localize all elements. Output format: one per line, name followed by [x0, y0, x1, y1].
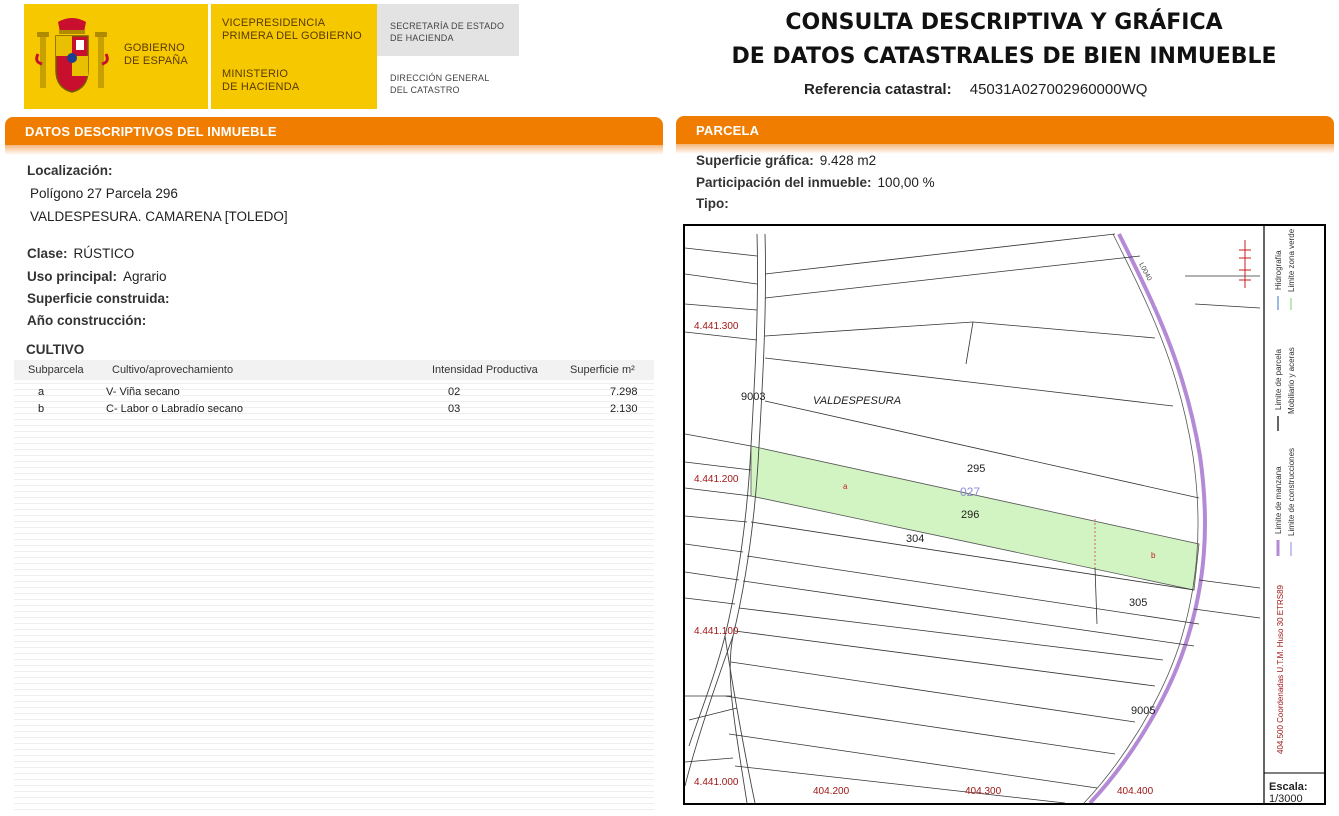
logo-vice-line2: PRIMERA DEL GOBIERNO: [222, 30, 362, 42]
track-line-b: [729, 233, 766, 803]
parcel-number: 304: [906, 533, 924, 545]
poligono-number: 027: [960, 485, 980, 499]
paraje-label: VALDESPESURA: [813, 395, 901, 407]
subparcel-label: a: [843, 482, 848, 491]
legend-item: Hidrografía: [1274, 250, 1283, 290]
coord-y-label: 4.441.100: [694, 626, 739, 637]
logo-gobierno-line1: GOBIERNO: [124, 42, 185, 54]
clase-value: RÚSTICO: [73, 246, 135, 261]
coat-of-arms-icon: [35, 18, 109, 93]
map-legend: Limite de manzana Limite de parcela Hidr…: [1274, 228, 1296, 754]
row-superficie: 7.298: [610, 386, 638, 398]
row-intensidad: 03: [448, 403, 461, 415]
cadastral-map[interactable]: 4.441.300 4.441.200 4.441.100 4.441.000 …: [683, 224, 1326, 805]
secretaria-line1: SECRETARÍA DE ESTADO: [390, 21, 505, 31]
section-bar-shadow: [5, 145, 663, 155]
legend-item: Limite de construcciones: [1287, 448, 1296, 536]
secretaria-line2: DE HACIENDA: [390, 33, 454, 43]
legend-item: Limite zona verde: [1287, 228, 1296, 292]
datos-descriptivos-title: DATOS DESCRIPTIVOS DEL INMUEBLE: [25, 124, 277, 139]
localizacion-line1: Polígono 27 Parcela 296: [30, 186, 178, 201]
cultivo-title: CULTIVO: [26, 342, 85, 357]
page-title-line1: CONSULTA DESCRIPTIVA Y GRÁFICA: [785, 10, 1223, 35]
participacion-value: 100,00 %: [877, 175, 935, 190]
coord-x-label: 404.200: [813, 786, 850, 797]
clase-label: Clase:: [27, 246, 68, 261]
tipo-label: Tipo:: [696, 196, 729, 211]
logo-gobierno-line2: DE ESPAÑA: [124, 55, 188, 67]
escala-value: 1/3000: [1269, 793, 1303, 803]
cadastral-map-drawing: 4.441.300 4.441.200 4.441.100 4.441.000 …: [685, 226, 1324, 803]
escala-label: Escala:: [1269, 781, 1308, 793]
uso-value: Agrario: [123, 269, 167, 284]
row-subparcela: a: [38, 386, 45, 398]
superficie-grafica-label: Superficie gráfica:: [696, 153, 814, 168]
col-header-subparcela: Subparcela: [28, 364, 84, 376]
row-subparcela: b: [38, 403, 45, 415]
logo-divider: [208, 4, 211, 109]
parcela-header: PARCELA: [676, 116, 1334, 154]
cultivo-table: Subparcela Cultivo/aprovechamiento Inten…: [14, 360, 654, 815]
secretaria-text: SECRETARÍA DE ESTADO DE HACIENDA: [390, 20, 504, 44]
parcel-number: 296: [961, 509, 979, 521]
datos-descriptivos-header: DATOS DESCRIPTIVOS DEL INMUEBLE: [5, 117, 663, 155]
row-cultivo: C- Labor o Labradío secano: [106, 403, 243, 415]
coord-y-label: 4.441.300: [694, 321, 739, 332]
col-header-intensidad: Intensidad Productiva: [432, 364, 538, 376]
superficie-grafica-value: 9.428 m2: [819, 153, 877, 168]
logo-vice-line1: VICEPRESIDENCIA: [222, 17, 326, 29]
logo-ministerio-line2: DE HACIENDA: [222, 81, 300, 93]
localizacion-label: Localización:: [27, 163, 113, 178]
col-header-superficie: Superficie m²: [570, 364, 635, 376]
col-header-cultivo: Cultivo/aprovechamiento: [112, 364, 234, 376]
logo-ministerio-line1: MINISTERIO: [222, 68, 289, 80]
legend-item: Limite de parcela: [1274, 349, 1283, 410]
north-arrow-icon: [1239, 240, 1251, 288]
direccion-line1: DIRECCIÓN GENERAL: [390, 73, 490, 83]
parcel-number: 9003: [741, 391, 765, 403]
superficie-grafica-row: Superficie gráfica: 9.428 m2: [696, 153, 876, 168]
coord-y-label: 4.441.000: [694, 777, 739, 788]
direccion-line2: DEL CATASTRO: [390, 85, 460, 95]
logo-gobierno-text: GOBIERNO DE ESPAÑA: [124, 42, 188, 68]
coord-x-label: 404.300: [965, 786, 1002, 797]
subparcel-label: b: [1151, 551, 1156, 560]
coords-note: 404.500 Coordenadas U.T.M. Huso 30 ETRS8…: [1276, 584, 1285, 754]
referencia-catastral: Referencia catastral: 45031A027002960000…: [804, 81, 1147, 98]
legend-item: Mobiliario y aceras: [1287, 347, 1296, 414]
cultivo-table-header: Subparcela Cultivo/aprovechamiento Inten…: [14, 360, 654, 380]
direccion-text: DIRECCIÓN GENERAL DEL CATASTRO: [390, 72, 489, 96]
page-title: CONSULTA DESCRIPTIVA Y GRÁFICA DE DATOS …: [670, 6, 1338, 74]
road-edge: [1083, 233, 1199, 803]
uso-label: Uso principal:: [27, 269, 118, 284]
anio-construccion-label: Año construcción:: [27, 313, 147, 328]
page-title-line2: DE DATOS CATASTRALES DE BIEN INMUEBLE: [731, 44, 1277, 69]
participacion-row: Participación del inmueble: 100,00 %: [696, 175, 935, 190]
participacion-label: Participación del inmueble:: [696, 175, 872, 190]
legend-item: Limite de manzana: [1274, 466, 1283, 534]
row-cultivo: V- Viña secano: [106, 386, 180, 398]
parcel-number: 305: [1129, 597, 1147, 609]
uso-row: Uso principal: Agrario: [27, 269, 167, 284]
superficie-construida-label: Superficie construida:: [27, 291, 170, 306]
parcel-number: 295: [967, 463, 985, 475]
localizacion-line2: VALDESPESURA. CAMARENA [TOLEDO]: [30, 209, 288, 224]
referencia-value: 45031A027002960000WQ: [969, 81, 1148, 98]
logo-vicepresidencia-text: VICEPRESIDENCIA PRIMERA DEL GOBIERNO: [222, 17, 362, 43]
parcela-title: PARCELA: [696, 123, 760, 138]
coord-x-label: 404.400: [1117, 786, 1154, 797]
parcel-number: 9005: [1131, 705, 1155, 717]
row-superficie: 2.130: [610, 403, 638, 415]
coord-y-label: 4.441.200: [694, 474, 739, 485]
clase-row: Clase: RÚSTICO: [27, 246, 134, 261]
logo-ministerio-text: MINISTERIO DE HACIENDA: [222, 68, 299, 94]
referencia-label: Referencia catastral:: [804, 81, 952, 98]
row-intensidad: 02: [448, 386, 461, 398]
